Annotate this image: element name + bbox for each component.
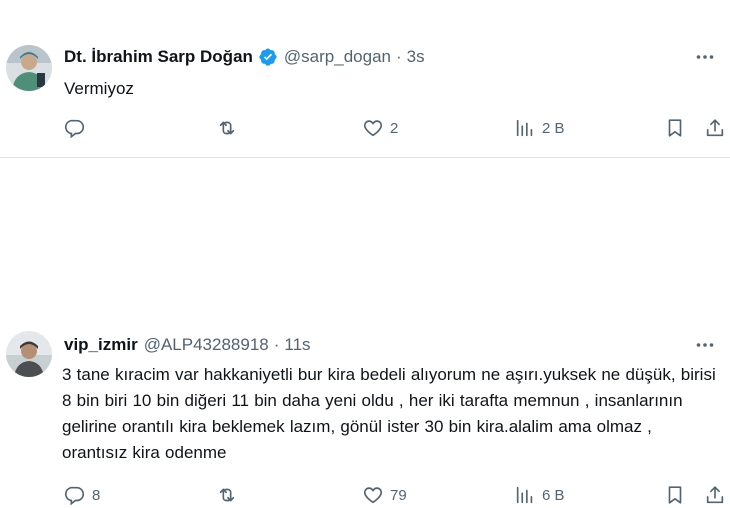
bookmark-icon	[668, 119, 682, 137]
views-icon	[516, 486, 533, 504]
view-count: 6 B	[542, 486, 565, 504]
tweet[interactable]: Dt. İbrahim Sarp Doğan @sarp_dogan · 3s …	[0, 0, 730, 158]
avatar[interactable]	[6, 45, 52, 91]
avatar[interactable]	[6, 331, 52, 377]
tweet-text: 3 tane kıracim var hakkaniyetli bur kira…	[62, 365, 716, 462]
action-bar: 2 2 B	[60, 115, 724, 141]
bookmark-icon	[668, 486, 682, 504]
bookmark-button[interactable]	[664, 482, 686, 508]
share-icon	[706, 119, 724, 137]
verified-badge-icon	[258, 47, 278, 67]
reply-icon	[65, 486, 85, 506]
retweet-button[interactable]	[216, 482, 244, 508]
reply-button[interactable]: 8	[64, 482, 100, 508]
more-options-icon[interactable]	[694, 46, 716, 68]
like-count: 79	[390, 486, 407, 504]
separator-dot: ·	[273, 335, 280, 354]
reply-count: 8	[92, 486, 101, 504]
reply-button[interactable]	[64, 115, 92, 141]
author-name[interactable]: vip_izmir	[64, 335, 138, 355]
tweet-header: vip_izmir @ALP43288918 · 11s	[64, 333, 311, 357]
share-button[interactable]	[704, 115, 726, 141]
author-name[interactable]: Dt. İbrahim Sarp Doğan	[64, 47, 253, 67]
like-button[interactable]: 79	[362, 482, 407, 508]
heart-icon	[363, 487, 383, 504]
retweet-button[interactable]	[216, 115, 244, 141]
views-button[interactable]: 6 B	[514, 482, 565, 508]
tweet-header: Dt. İbrahim Sarp Doğan @sarp_dogan · 3s	[64, 45, 425, 69]
share-button[interactable]	[704, 482, 726, 508]
bookmark-button[interactable]	[664, 115, 686, 141]
view-count: 2 B	[542, 119, 565, 137]
retweet-icon	[219, 121, 235, 135]
reply-icon	[65, 119, 85, 139]
tweet-text: Vermiyoz	[64, 79, 134, 98]
timestamp[interactable]: 11s	[284, 335, 310, 355]
views-icon	[516, 119, 533, 137]
author-handle[interactable]: @ALP43288918	[144, 335, 269, 355]
retweet-icon	[219, 488, 235, 502]
action-bar: 8 79 6 B	[60, 482, 724, 508]
like-count: 2	[390, 119, 399, 137]
share-icon	[706, 486, 724, 504]
timestamp[interactable]: 3s	[407, 47, 425, 67]
like-button[interactable]: 2	[362, 115, 398, 141]
views-button[interactable]: 2 B	[514, 115, 565, 141]
tweet[interactable]: vip_izmir @ALP43288918 · 11s 3 tane kıra…	[0, 158, 730, 506]
heart-icon	[363, 120, 383, 137]
separator-dot: ·	[395, 47, 402, 66]
author-handle[interactable]: @sarp_dogan	[284, 47, 391, 67]
more-options-icon[interactable]	[694, 334, 716, 356]
